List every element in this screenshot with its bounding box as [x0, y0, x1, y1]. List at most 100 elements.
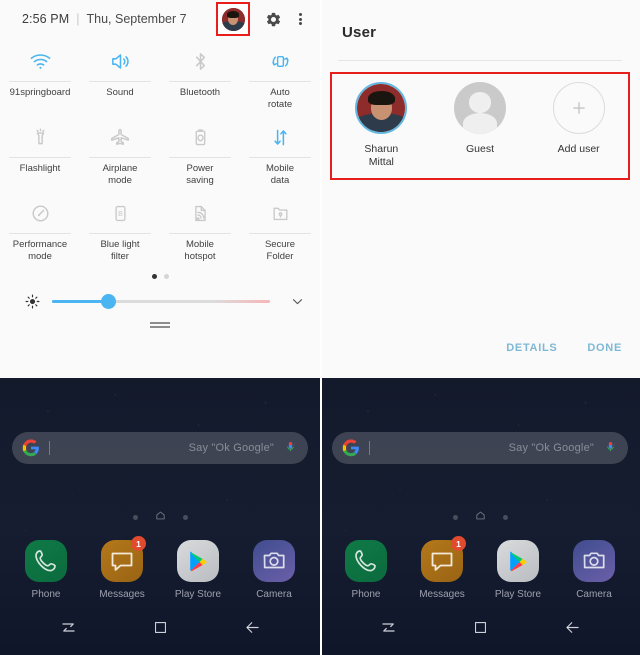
- tile-mobile-data[interactable]: Mobile data: [240, 116, 320, 192]
- avatar: [222, 8, 245, 31]
- recents-icon[interactable]: [366, 609, 410, 645]
- users-row: Sharun Mittal Guest Add user: [332, 82, 628, 168]
- app-label: Messages: [99, 589, 145, 600]
- dock-left: Phone 1 Messages: [0, 540, 320, 600]
- recents-icon[interactable]: [46, 609, 90, 645]
- status-time: 2:56 PM: [22, 12, 69, 26]
- tile-power-saving[interactable]: Power saving: [160, 116, 240, 192]
- tile-row: 91springboard Sound: [0, 40, 320, 116]
- user-item-add-user[interactable]: Add user: [529, 82, 628, 168]
- home-icon[interactable]: [458, 609, 502, 645]
- divider: [338, 60, 622, 61]
- camera-icon: [573, 540, 615, 582]
- details-button[interactable]: DETAILS: [506, 342, 557, 354]
- status-date: Thu, September 7: [87, 12, 187, 26]
- hotspot-icon: [189, 198, 212, 228]
- tile-wifi[interactable]: 91springboard: [0, 40, 80, 116]
- dock-app-phone[interactable]: Phone: [13, 540, 79, 600]
- home-screen-right: Say "Ok Google": [320, 378, 640, 655]
- home-icon[interactable]: [138, 609, 182, 645]
- microphone-icon[interactable]: [284, 439, 298, 457]
- messages-icon: 1: [421, 540, 463, 582]
- chevron-down-icon[interactable]: [284, 294, 310, 309]
- tile-label: Bluetooth: [180, 87, 220, 99]
- dock-app-messages[interactable]: 1 Messages: [409, 540, 475, 600]
- tile-auto-rotate[interactable]: Auto rotate: [240, 40, 320, 116]
- tile-label: Mobile data: [266, 163, 294, 186]
- slider-fill: [52, 300, 109, 303]
- gear-icon[interactable]: [258, 2, 288, 36]
- google-search-bar[interactable]: Say "Ok Google": [332, 432, 628, 464]
- home-page-dots[interactable]: [0, 508, 320, 526]
- back-arrow-icon[interactable]: [550, 609, 594, 645]
- bluetooth-icon: [189, 46, 212, 76]
- tile-flashlight[interactable]: Flashlight: [0, 116, 80, 192]
- app-label: Camera: [576, 589, 612, 600]
- slider-thumb[interactable]: [101, 294, 116, 309]
- tile-label: Auto rotate: [268, 87, 292, 110]
- app-label: Messages: [419, 589, 465, 600]
- tile-sound[interactable]: Sound: [80, 40, 160, 116]
- user-item-sharun-mittal[interactable]: Sharun Mittal: [332, 82, 431, 168]
- quick-settings-page-dots[interactable]: [0, 268, 320, 284]
- microphone-icon[interactable]: [604, 439, 618, 457]
- panel-grabber[interactable]: [0, 318, 320, 330]
- status-bar: 2:56 PM | Thu, September 7: [0, 0, 320, 38]
- dock-app-play-store[interactable]: Play Store: [165, 540, 231, 600]
- more-options-icon[interactable]: [288, 2, 312, 36]
- app-label: Phone: [352, 589, 381, 600]
- screenshot-root: 2:56 PM | Thu, September 7: [0, 0, 640, 655]
- tile-mobile-hotspot[interactable]: Mobile hotspot: [160, 192, 240, 268]
- tile-blue-light-filter[interactable]: B Blue light filter: [80, 192, 160, 268]
- home-page-dots[interactable]: [320, 508, 640, 526]
- dock-app-camera[interactable]: Camera: [561, 540, 627, 600]
- users-highlight-box: Sharun Mittal Guest Add user: [330, 72, 630, 180]
- tile-label: Mobile hotspot: [184, 239, 215, 262]
- status-separator: |: [76, 12, 79, 26]
- user-avatar-button[interactable]: [216, 2, 250, 36]
- home-icon: [475, 508, 486, 526]
- home-icon: [155, 508, 166, 526]
- google-search-bar[interactable]: Say "Ok Google": [12, 432, 308, 464]
- tile-row: Performance mode B Blue light filter: [0, 192, 320, 268]
- wifi-icon: [29, 46, 52, 76]
- tile-label: Sound: [106, 87, 133, 99]
- dock-right: Phone 1 Messages: [320, 540, 640, 600]
- done-button[interactable]: DONE: [587, 342, 622, 354]
- home-screen-left: Say "Ok Google": [0, 378, 320, 655]
- plus-icon: [553, 82, 605, 134]
- search-input[interactable]: Say "Ok Google": [370, 442, 604, 454]
- dock-app-phone[interactable]: Phone: [333, 540, 399, 600]
- tile-secure-folder[interactable]: Secure Folder: [240, 192, 320, 268]
- page-dot: [183, 515, 188, 520]
- badge-count: 1: [131, 536, 146, 551]
- tile-rule: [9, 81, 71, 82]
- dock-app-messages[interactable]: 1 Messages: [89, 540, 155, 600]
- user-item-guest[interactable]: Guest: [431, 82, 530, 168]
- tile-airplane-mode[interactable]: Airplane mode: [80, 116, 160, 192]
- flashlight-icon: [29, 122, 52, 152]
- action-bar: DETAILS DONE: [506, 342, 622, 354]
- back-arrow-icon[interactable]: [230, 609, 274, 645]
- dock-app-camera[interactable]: Camera: [241, 540, 307, 600]
- tile-label: Power saving: [186, 163, 213, 186]
- tile-bluetooth[interactable]: Bluetooth: [160, 40, 240, 116]
- dock-app-play-store[interactable]: Play Store: [485, 540, 551, 600]
- brightness-icon: [22, 294, 42, 309]
- user-label: Sharun Mittal: [364, 143, 398, 168]
- user-switcher-panel: User Sharun Mittal: [320, 0, 640, 378]
- performance-icon: [29, 198, 52, 228]
- messages-icon: 1: [101, 540, 143, 582]
- tile-performance-mode[interactable]: Performance mode: [0, 192, 80, 268]
- guest-avatar-icon: [454, 82, 506, 134]
- brightness-row: [0, 284, 320, 318]
- search-input[interactable]: Say "Ok Google": [50, 442, 284, 454]
- page-title: User: [320, 0, 640, 41]
- app-label: Phone: [32, 589, 61, 600]
- brightness-slider[interactable]: [52, 292, 270, 310]
- page-dot: [133, 515, 138, 520]
- secure-folder-icon: [269, 198, 292, 228]
- svg-text:B: B: [118, 209, 123, 217]
- app-label: Play Store: [495, 589, 541, 600]
- tile-label: Flashlight: [20, 163, 61, 175]
